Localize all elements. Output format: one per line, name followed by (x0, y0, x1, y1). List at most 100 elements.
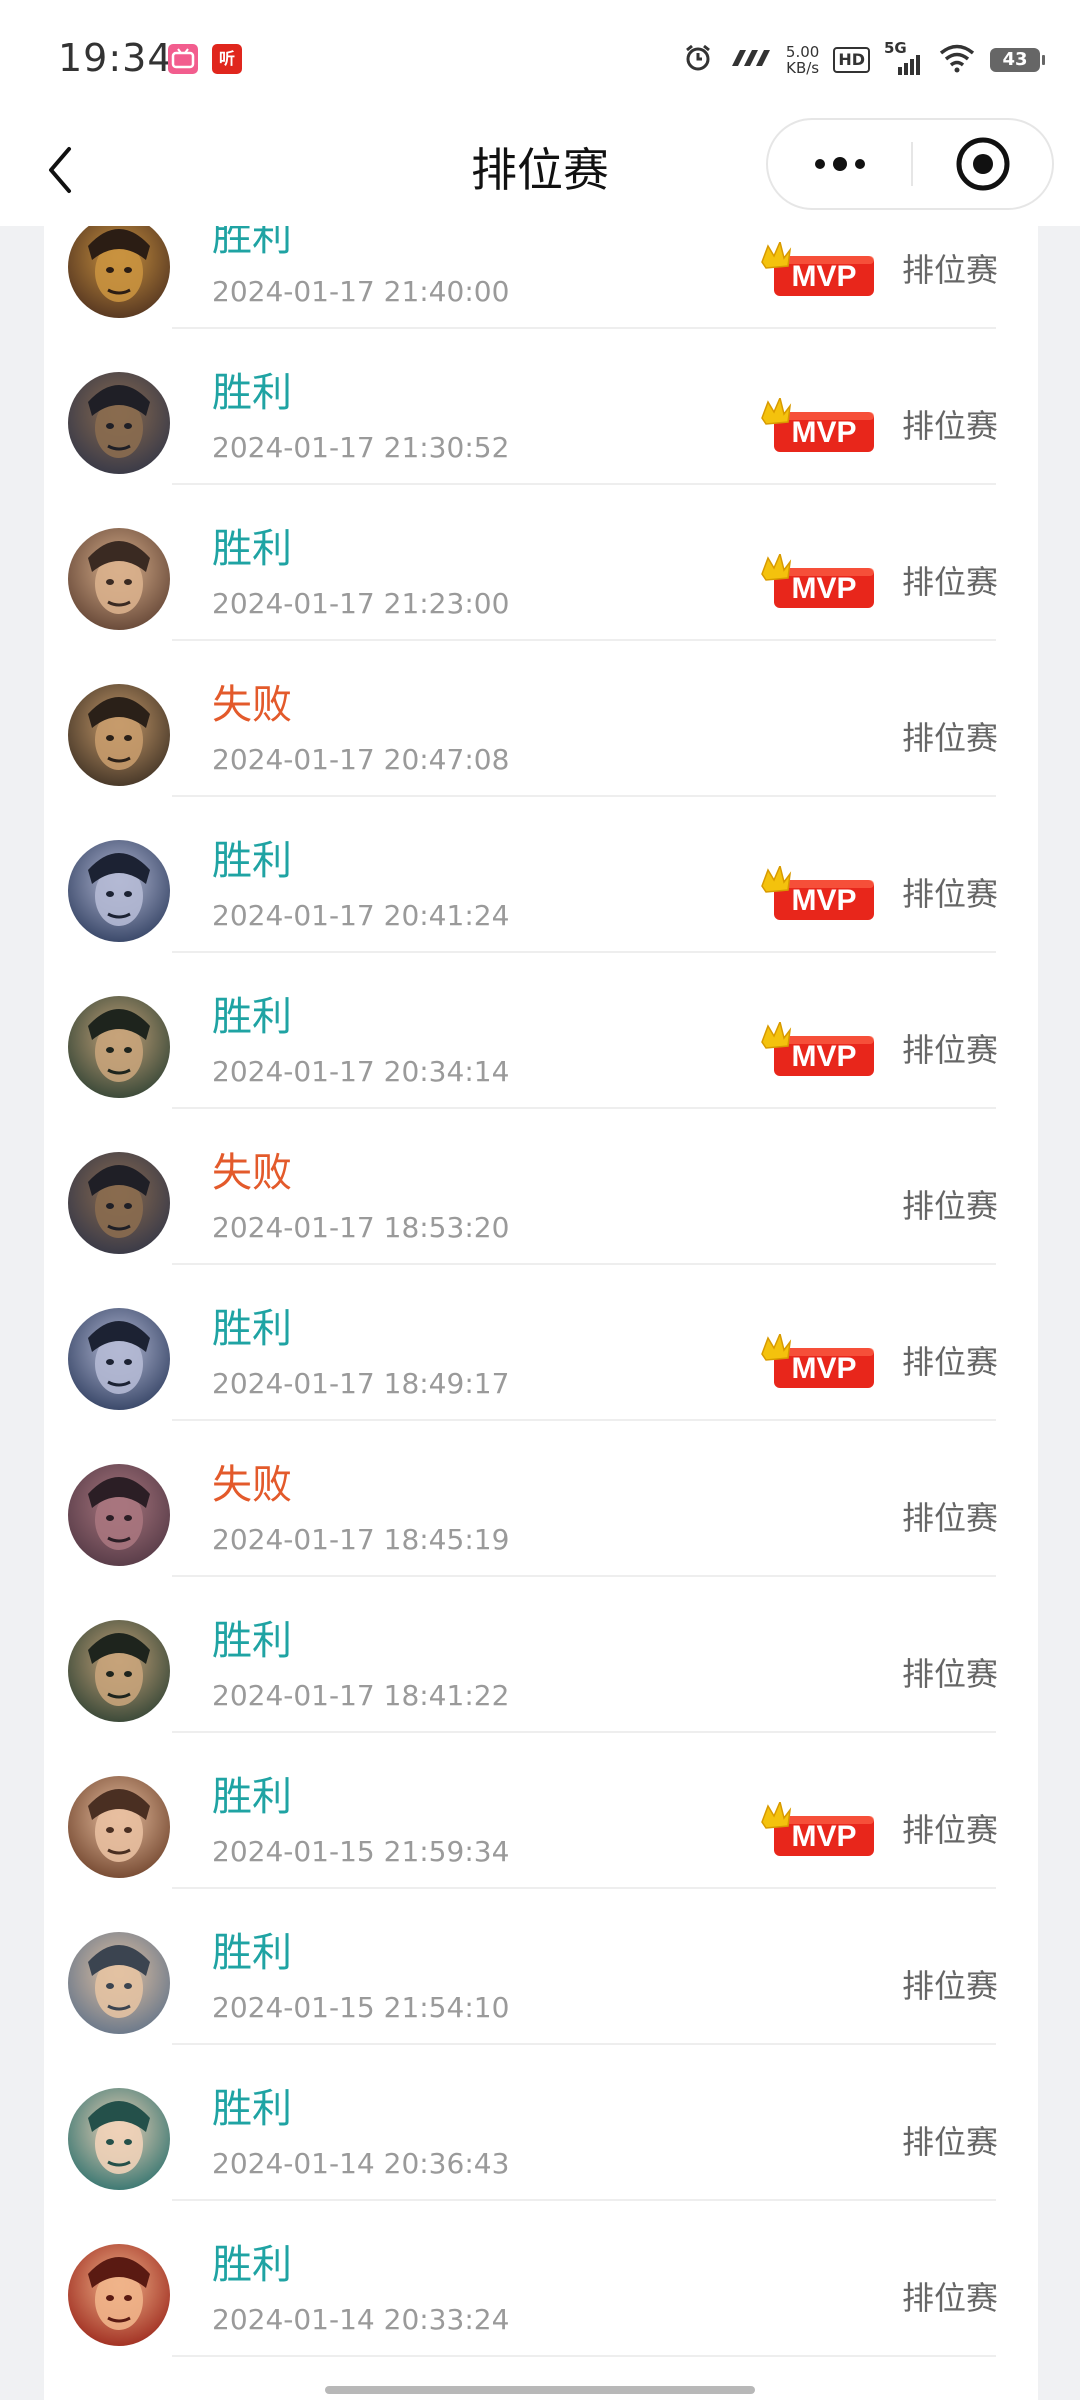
match-result: 胜利 (212, 1618, 292, 1664)
match-time: 2024-01-17 18:41:22 (212, 1679, 510, 1712)
match-time: 2024-01-17 20:47:08 (212, 743, 510, 776)
hero-avatar (68, 1776, 170, 1878)
more-dots-icon (814, 157, 865, 171)
hero-avatar (68, 996, 170, 1098)
match-mode: 排位赛 (901, 251, 998, 289)
match-result: 胜利 (212, 2242, 292, 2288)
match-mode: 排位赛 (901, 1187, 998, 1225)
mvp-badge-icon: MVP (760, 551, 878, 612)
hero-avatar (68, 372, 170, 474)
hero-avatar (68, 2088, 170, 2190)
match-mode: 排位赛 (901, 875, 998, 913)
row-divider (172, 2355, 996, 2357)
close-mini-program-button[interactable] (913, 120, 1052, 208)
hero-avatar (68, 1152, 170, 1254)
match-list: 胜利 2024-01-17 21:40:00 MVP 排位赛 胜利 2024-01-17 … (44, 226, 1038, 2400)
svg-text:MVP: MVP (791, 1352, 856, 1385)
battery-icon: 43 (990, 48, 1045, 72)
mvp-badge-icon: MVP (760, 863, 878, 924)
match-time: 2024-01-17 18:45:19 (212, 1523, 510, 1556)
hero-avatar (68, 840, 170, 942)
hero-avatar (68, 684, 170, 786)
status-icons: 5.00 KB/s HD 5G 43 (682, 38, 1045, 82)
hero-avatar (68, 1308, 170, 1410)
hero-avatar (68, 1620, 170, 1722)
match-mode: 排位赛 (901, 1499, 998, 1537)
nav-bar: 排位赛 (0, 118, 1080, 226)
match-row[interactable]: 失败 2024-01-17 20:47:08 排位赛 (44, 638, 1038, 797)
match-mode: 排位赛 (901, 1655, 998, 1693)
match-mode: 排位赛 (901, 2123, 998, 2161)
hero-avatar (68, 1932, 170, 2034)
match-row[interactable]: 胜利 2024-01-17 21:30:52 MVP 排位赛 (44, 326, 1038, 485)
match-row[interactable]: 胜利 2024-01-14 20:36:43 排位赛 (44, 2042, 1038, 2201)
mvp-badge-icon: MVP (760, 1331, 878, 1392)
match-result: 失败 (212, 1150, 292, 1196)
match-row[interactable]: 胜利 2024-01-17 20:34:14 MVP 排位赛 (44, 950, 1038, 1109)
match-result: 胜利 (212, 370, 292, 416)
match-result: 胜利 (212, 2086, 292, 2132)
match-time: 2024-01-14 20:36:43 (212, 2147, 510, 2180)
status-time: 19:34 (58, 36, 173, 80)
match-mode: 排位赛 (901, 2279, 998, 2317)
mvp-badge-icon: MVP (760, 1019, 878, 1080)
status-bar: 19:34 听 5.00 KB/s HD 5G 43 (0, 0, 1080, 118)
match-mode: 排位赛 (901, 407, 998, 445)
match-row[interactable]: 失败 2024-01-17 18:53:20 排位赛 (44, 1106, 1038, 1265)
match-time: 2024-01-14 20:33:24 (212, 2303, 510, 2336)
match-result: 胜利 (212, 1306, 292, 1352)
bilibili-app-icon (168, 44, 198, 74)
mvp-badge-icon: MVP (760, 395, 878, 456)
match-row[interactable]: 胜利 2024-01-17 18:41:22 排位赛 (44, 1574, 1038, 1733)
match-result: 胜利 (212, 838, 292, 884)
match-row[interactable]: 胜利 2024-01-14 20:33:24 排位赛 (44, 2198, 1038, 2357)
match-row[interactable]: 胜利 2024-01-17 21:23:00 MVP 排位赛 (44, 482, 1038, 641)
hero-avatar (68, 2244, 170, 2346)
match-result: 胜利 (212, 1930, 292, 1976)
match-mode: 排位赛 (901, 1811, 998, 1849)
match-time: 2024-01-17 21:23:00 (212, 587, 510, 620)
match-time: 2024-01-17 18:49:17 (212, 1367, 510, 1400)
match-time: 2024-01-17 20:41:24 (212, 899, 510, 932)
more-button[interactable] (768, 120, 911, 208)
match-result: 胜利 (212, 526, 292, 572)
match-mode: 排位赛 (901, 1343, 998, 1381)
svg-text:MVP: MVP (791, 260, 856, 293)
alarm-icon (682, 42, 714, 78)
match-time: 2024-01-17 20:34:14 (212, 1055, 510, 1088)
mvp-badge-icon: MVP (760, 239, 878, 300)
match-result: 失败 (212, 1462, 292, 1508)
match-row[interactable]: 胜利 2024-01-15 21:54:10 排位赛 (44, 1886, 1038, 2045)
home-indicator (325, 2386, 755, 2394)
match-time: 2024-01-17 18:53:20 (212, 1211, 510, 1244)
match-row[interactable]: 胜利 2024-01-15 21:59:34 MVP 排位赛 (44, 1730, 1038, 1889)
hero-avatar (68, 226, 170, 318)
hero-avatar (68, 1464, 170, 1566)
match-time: 2024-01-17 21:30:52 (212, 431, 510, 464)
match-mode: 排位赛 (901, 563, 998, 601)
match-mode: 排位赛 (901, 719, 998, 757)
cellular-signal-icon: 5G (884, 39, 924, 77)
svg-text:MVP: MVP (791, 416, 856, 449)
match-result: 失败 (212, 682, 292, 728)
match-time: 2024-01-17 21:40:00 (212, 275, 510, 308)
match-time: 2024-01-15 21:59:34 (212, 1835, 510, 1868)
match-row[interactable]: 失败 2024-01-17 18:45:19 排位赛 (44, 1418, 1038, 1577)
match-row[interactable]: 胜利 2024-01-17 20:41:24 MVP 排位赛 (44, 794, 1038, 953)
svg-text:MVP: MVP (791, 572, 856, 605)
svg-text:MVP: MVP (791, 1820, 856, 1853)
hero-avatar (68, 528, 170, 630)
match-result: 胜利 (212, 994, 292, 1040)
match-row[interactable]: 胜利 2024-01-17 18:49:17 MVP 排位赛 (44, 1262, 1038, 1421)
match-row[interactable]: 胜利 2024-01-17 21:40:00 MVP 排位赛 (44, 226, 1038, 329)
match-result: 胜利 (212, 1774, 292, 1820)
svg-text:MVP: MVP (791, 1040, 856, 1073)
network-speed-indicator-icon (728, 46, 772, 74)
ting-app-icon: 听 (212, 44, 242, 74)
target-close-icon (956, 137, 1009, 191)
hd-voice-icon: HD (833, 47, 870, 73)
wifi-icon (938, 43, 976, 77)
mini-program-capsule (766, 118, 1054, 210)
match-mode: 排位赛 (901, 1031, 998, 1069)
match-time: 2024-01-15 21:54:10 (212, 1991, 510, 2024)
